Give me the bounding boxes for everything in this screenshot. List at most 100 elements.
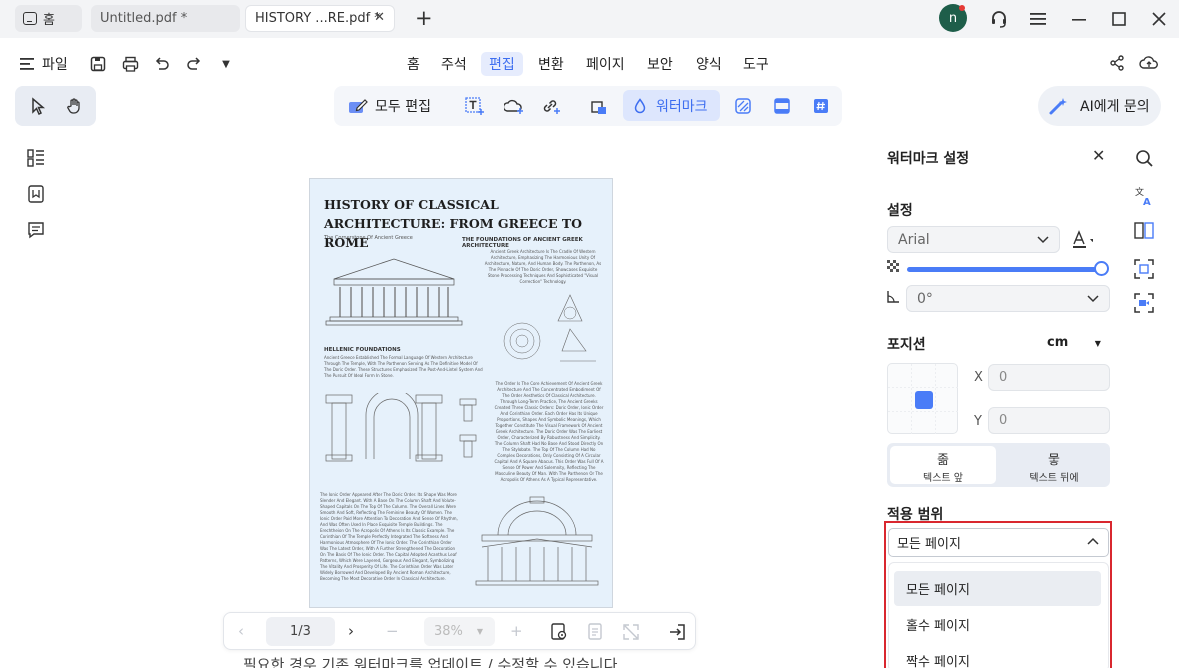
menu-page[interactable]: 페이지	[578, 52, 633, 76]
section2-text: Ancient Greece Established The Formal La…	[324, 355, 483, 378]
in-front-glyph: 졺	[937, 453, 949, 468]
watermark-settings-panel: 워터마크 설정 ✕ 설정 Arial 0° 포지션 cm ▼ X 0 Y 0 졺	[877, 138, 1118, 668]
font-value: Arial	[898, 231, 930, 248]
tab-untitled[interactable]: Untitled.pdf *	[91, 5, 240, 32]
opacity-slider-handle[interactable]	[1094, 261, 1109, 276]
bookmark-icon[interactable]	[27, 185, 45, 203]
undo-icon[interactable]	[151, 53, 173, 75]
previous-page-icon[interactable]: ‹	[238, 622, 244, 640]
edit-all-label: 모두 편집	[375, 99, 431, 115]
in-front-of-text-option[interactable]: 졺 텍스트 앞	[890, 446, 996, 484]
bates-numbering-icon[interactable]	[810, 95, 832, 117]
comments-icon[interactable]	[27, 221, 45, 239]
translate-icon[interactable]: 文A	[1133, 185, 1155, 207]
section3-text: The Order Is The Core Achievement Of Anc…	[494, 381, 604, 482]
hand-pan-icon[interactable]	[64, 95, 86, 117]
tab-active-document[interactable]: HISTORY ...RE.pdf * ✕	[245, 5, 395, 32]
rotation-select[interactable]: 0°	[906, 285, 1110, 312]
tab-home[interactable]: 홈	[15, 5, 82, 32]
next-page-icon[interactable]: ›	[348, 622, 354, 640]
cloud-upload-icon[interactable]	[1138, 52, 1160, 74]
unit-select[interactable]: cm ▼	[1047, 335, 1101, 350]
thumbnails-icon[interactable]	[27, 149, 45, 167]
position-grid[interactable]	[887, 363, 959, 435]
redo-icon[interactable]	[183, 53, 205, 75]
crop-page-icon[interactable]	[588, 96, 610, 118]
close-panel-icon[interactable]: ✕	[1092, 146, 1105, 165]
watermark-drop-icon	[634, 97, 646, 113]
temple-illustration	[325, 258, 463, 326]
x-label: X	[974, 370, 983, 385]
apply-range-options: 모든 페이지 홀수 페이지 짝수 페이지	[888, 562, 1109, 668]
add-image-icon[interactable]	[503, 95, 525, 117]
menu-tools[interactable]: 도구	[735, 52, 777, 76]
save-icon[interactable]	[87, 53, 109, 75]
pdf-page[interactable]: HISTORY OF CLASSICAL ARCHITECTURE: FROM …	[309, 178, 613, 608]
menu-home[interactable]: 홈	[399, 52, 428, 76]
ask-ai-button[interactable]: AI에게 문의	[1038, 86, 1161, 126]
rotation-angle-icon	[885, 289, 901, 305]
geometry-diagrams	[503, 294, 596, 362]
option-odd-pages[interactable]: 홀수 페이지	[894, 607, 1101, 642]
watermark-label: 워터마크	[656, 98, 708, 115]
column-orders-illustration	[325, 393, 477, 462]
apply-range-highlight: 모든 페이지 모든 페이지 홀수 페이지 짝수 페이지	[884, 521, 1112, 668]
option-even-pages[interactable]: 짝수 페이지	[894, 643, 1101, 668]
headset-support-icon[interactable]	[988, 8, 1010, 30]
select-cursor-icon[interactable]	[27, 95, 49, 117]
close-window-icon[interactable]	[1148, 8, 1170, 30]
share-icon[interactable]	[1106, 52, 1128, 74]
quick-access-dropdown-icon[interactable]: ▼	[215, 53, 237, 75]
zoom-out-icon[interactable]: −	[386, 622, 399, 640]
menu-convert[interactable]: 변환	[530, 52, 572, 76]
font-select[interactable]: Arial	[887, 226, 1060, 253]
search-icon[interactable]	[1133, 147, 1155, 169]
text-color-icon[interactable]	[1071, 229, 1093, 251]
edit-all-button[interactable]: 모두 편집	[348, 96, 431, 116]
apply-range-select[interactable]: 모든 페이지	[888, 528, 1109, 557]
hamburger-menu-icon[interactable]	[1028, 8, 1050, 30]
minimize-icon[interactable]	[1068, 8, 1090, 30]
position-section-label: 포지션	[887, 337, 926, 353]
add-text-icon[interactable]	[464, 95, 486, 117]
background-icon[interactable]	[732, 95, 754, 117]
file-menu[interactable]: 파일	[20, 54, 68, 74]
fullscreen-icon[interactable]	[620, 621, 642, 643]
menu-security[interactable]: 보안	[639, 52, 681, 76]
fit-page-icon[interactable]	[584, 621, 606, 643]
ocr-scan-icon[interactable]	[1133, 258, 1155, 280]
zoom-value: 38%	[434, 624, 463, 639]
unit-value: cm	[1047, 335, 1069, 350]
compare-icon[interactable]	[1133, 220, 1155, 242]
zoom-in-icon[interactable]: +	[510, 622, 523, 640]
chevron-down-icon	[1037, 231, 1049, 250]
close-tab-icon[interactable]: ✕	[374, 10, 385, 25]
opacity-slider-track[interactable]	[907, 267, 1101, 272]
add-link-icon[interactable]	[540, 95, 562, 117]
header-footer-icon[interactable]	[771, 95, 793, 117]
svg-text:A: A	[1143, 197, 1151, 206]
tab-untitled-label: Untitled.pdf *	[100, 11, 188, 26]
behind-text-option[interactable]: 뭏 텍스트 뒤에	[1001, 446, 1107, 484]
zoom-level-select[interactable]: 38% ▼	[424, 617, 495, 646]
screen-record-icon[interactable]	[1133, 292, 1155, 314]
maximize-icon[interactable]	[1108, 8, 1130, 30]
page-number-input[interactable]: 1/3	[266, 617, 335, 646]
position-center-selected[interactable]	[915, 391, 933, 409]
watermark-button[interactable]: 워터마크	[623, 90, 720, 121]
menu-edit[interactable]: 편집	[481, 52, 523, 76]
menu-form[interactable]: 양식	[688, 52, 730, 76]
exit-panel-icon[interactable]	[666, 621, 688, 643]
print-icon[interactable]	[119, 53, 141, 75]
new-tab-icon[interactable]: +	[415, 6, 433, 30]
file-menu-label: 파일	[42, 57, 68, 73]
title-bar: 홈 Untitled.pdf * HISTORY ...RE.pdf * ✕ +…	[0, 0, 1179, 38]
y-offset-input[interactable]: 0	[988, 407, 1110, 434]
pantheon-illustration	[475, 496, 599, 586]
menu-annotate[interactable]: 주석	[433, 52, 475, 76]
view-mode-icon[interactable]	[548, 621, 570, 643]
avatar[interactable]: n	[939, 4, 967, 32]
option-all-pages[interactable]: 모든 페이지	[894, 571, 1101, 606]
x-offset-input[interactable]: 0	[988, 364, 1110, 391]
in-front-label: 텍스트 앞	[923, 473, 963, 484]
